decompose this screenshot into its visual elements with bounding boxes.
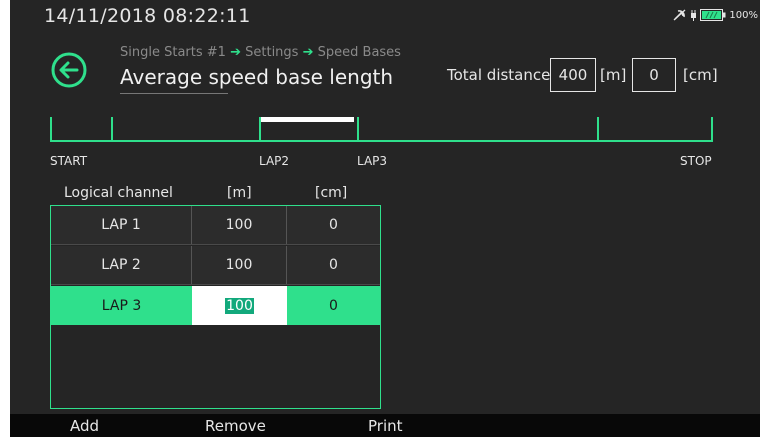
total-distance-meters-field[interactable]: 400 xyxy=(550,58,596,92)
title-underline xyxy=(120,93,228,94)
breadcrumb: Single Starts #1 ➔ Settings ➔ Speed Base… xyxy=(120,45,401,60)
track-tick-stop xyxy=(711,117,713,142)
track-label-stop: STOP xyxy=(680,154,712,168)
screen: 14/11/2018 08:22:11 100% Single Starts #… xyxy=(10,0,760,437)
column-header-channel: Logical channel xyxy=(64,185,173,201)
breadcrumb-item: Settings xyxy=(245,45,299,60)
back-button[interactable] xyxy=(50,51,88,89)
meters-unit-label: [m] xyxy=(600,66,627,84)
meters-cell[interactable]: 100 xyxy=(192,246,287,284)
meters-cell[interactable]: 100 xyxy=(192,206,287,244)
date-time: 14/11/2018 08:22:11 xyxy=(44,5,251,27)
channel-cell: LAP 1 xyxy=(51,206,192,244)
track-tick-lap3[interactable] xyxy=(357,117,359,142)
track-tick-start xyxy=(50,117,52,142)
remove-button[interactable]: Remove xyxy=(205,417,266,435)
cm-unit-label: [cm] xyxy=(683,66,718,84)
track-tick-lap1[interactable] xyxy=(111,117,113,142)
table-row[interactable]: LAP 2 100 0 xyxy=(51,246,380,285)
breadcrumb-item: Speed Bases xyxy=(317,45,401,60)
status-bar: 100% xyxy=(673,9,758,21)
page-title: Average speed base length xyxy=(120,65,394,89)
selected-segment-highlight xyxy=(261,117,354,122)
battery-percent: 100% xyxy=(729,9,758,21)
breadcrumb-arrow-icon: ➔ xyxy=(302,45,314,60)
channel-cell: LAP 3 xyxy=(101,297,142,314)
total-distance-label: Total distance xyxy=(447,66,551,84)
laps-table: LAP 1 100 0 LAP 2 100 0 LAP 3 100 0 xyxy=(50,205,381,409)
column-header-cm: [cm] xyxy=(315,185,348,201)
track-label-lap2: LAP2 xyxy=(259,154,290,168)
total-distance-cm-field[interactable]: 0 xyxy=(632,58,676,92)
channel-cell: LAP 2 xyxy=(51,246,192,284)
track-label-lap3: LAP3 xyxy=(357,154,388,168)
cm-cell[interactable]: 0 xyxy=(287,246,380,284)
track-label-start: START xyxy=(50,154,88,168)
add-button[interactable]: Add xyxy=(70,417,99,435)
meters-input[interactable]: 100 xyxy=(192,286,287,325)
back-arrow-icon xyxy=(51,52,87,88)
gps-off-icon xyxy=(673,9,687,21)
battery-icon xyxy=(700,9,726,21)
column-header-meters: [m] xyxy=(227,185,252,201)
meters-input-value[interactable]: 100 xyxy=(225,297,254,314)
breadcrumb-arrow-icon: ➔ xyxy=(230,45,241,60)
cm-cell[interactable]: 0 xyxy=(287,286,380,325)
table-row[interactable]: LAP 1 100 0 xyxy=(51,206,380,245)
cm-cell[interactable]: 0 xyxy=(287,206,380,244)
track-tick-lap4[interactable] xyxy=(597,117,599,142)
print-button[interactable]: Print xyxy=(368,417,403,435)
plug-icon xyxy=(690,9,697,21)
track-baseline xyxy=(50,140,713,142)
table-row-selected[interactable]: LAP 3 100 0 xyxy=(51,286,380,325)
breadcrumb-item: Single Starts #1 xyxy=(120,45,226,60)
